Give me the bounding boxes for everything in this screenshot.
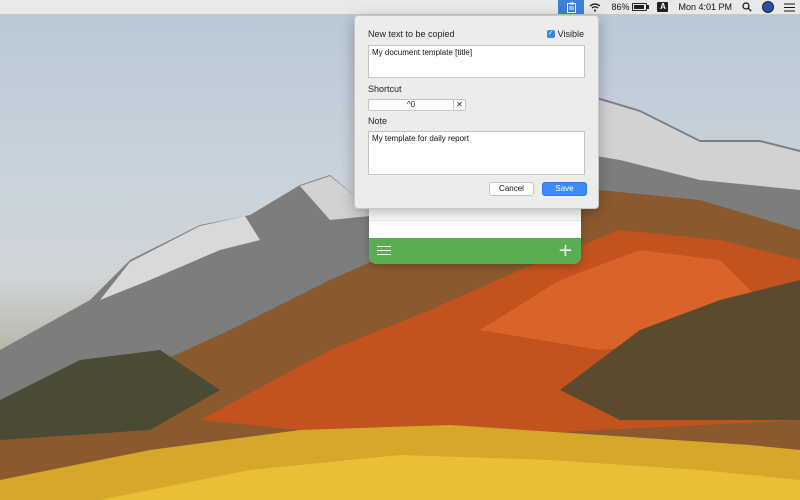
wifi-icon[interactable]	[584, 0, 606, 14]
search-icon[interactable]	[737, 0, 757, 14]
menu-bar: 86% A Mon 4:01 PM	[0, 0, 800, 15]
visible-toggle[interactable]: ✓ Visible	[546, 29, 584, 39]
note-field[interactable]: My template for daily report	[368, 131, 585, 175]
app-window: +	[369, 202, 581, 264]
hamburger-icon[interactable]	[377, 246, 391, 256]
clear-shortcut-button[interactable]: ✕	[453, 99, 466, 111]
input-source-menu[interactable]: A	[652, 0, 673, 14]
shortcut-label: Shortcut	[368, 84, 402, 94]
app-toolbar: +	[369, 238, 581, 264]
text-label: New text to be copied	[368, 29, 455, 39]
list-icon[interactable]	[779, 0, 800, 14]
battery-icon	[632, 3, 650, 11]
save-button[interactable]: Save	[542, 182, 587, 196]
visible-checkbox[interactable]: ✓	[546, 30, 555, 38]
clock[interactable]: Mon 4:01 PM	[673, 0, 737, 14]
shortcut-field[interactable]: ^0	[368, 99, 454, 111]
battery-status[interactable]: 86%	[606, 0, 652, 14]
plus-icon[interactable]: +	[558, 242, 573, 260]
note-label: Note	[368, 116, 388, 126]
visible-label: Visible	[557, 29, 584, 39]
text-field[interactable]: My document template [title]	[368, 45, 585, 78]
input-source-icon: A	[657, 2, 669, 12]
cancel-button[interactable]: Cancel	[489, 182, 534, 196]
edit-popover: New text to be copied ✓ Visible My docum…	[354, 15, 599, 209]
clipboard-icon[interactable]	[558, 0, 585, 14]
battery-percent: 86%	[611, 2, 630, 12]
user-avatar-icon[interactable]	[757, 0, 779, 14]
